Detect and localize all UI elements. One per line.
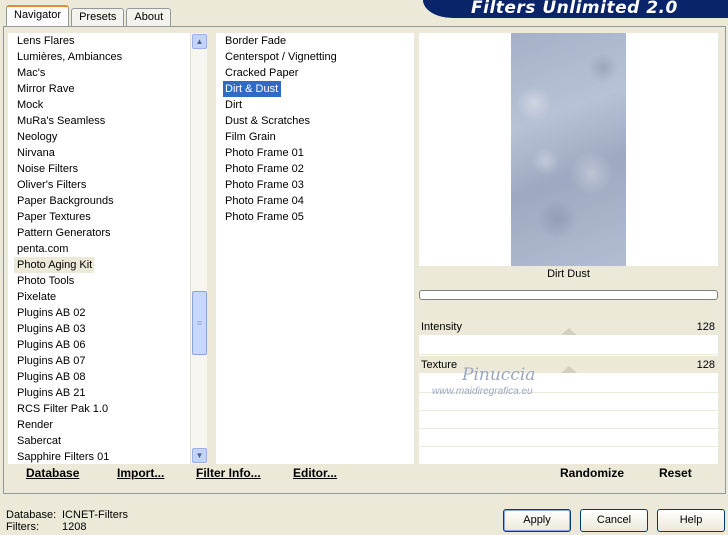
scroll-down-icon[interactable]: ▼ — [192, 448, 207, 463]
filter-item[interactable]: Film Grain — [216, 129, 414, 145]
category-scrollbar[interactable]: ▲ ≡ ▼ — [190, 33, 207, 464]
intensity-slider-handle[interactable] — [561, 328, 577, 335]
tab-strip: Navigator Presets About — [6, 5, 173, 26]
category-item[interactable]: Plugins AB 02 — [8, 305, 190, 321]
intensity-value: 128 — [696, 321, 715, 333]
category-item[interactable]: MuRa's Seamless — [8, 113, 190, 129]
apply-button[interactable]: Apply — [503, 509, 571, 532]
filter-item[interactable]: Border Fade — [216, 33, 414, 49]
filter-item[interactable]: Photo Frame 04 — [216, 193, 414, 209]
category-item[interactable]: Noise Filters — [8, 161, 190, 177]
category-item[interactable]: Paper Textures — [8, 209, 190, 225]
import-button[interactable]: Import... — [117, 466, 164, 480]
scroll-thumb[interactable]: ≡ — [192, 291, 207, 355]
filter-item[interactable]: Dirt & Dust — [223, 81, 281, 97]
filter-list[interactable]: Border Fade Centerspot / Vignetting Cracke… — [216, 33, 414, 464]
filter-item[interactable]: Photo Frame 05 — [216, 209, 414, 225]
scroll-up-icon[interactable]: ▲ — [192, 34, 207, 49]
database-value: ICNET-Filters — [62, 509, 128, 521]
category-item[interactable]: penta.com — [8, 241, 190, 257]
watermark-text: Pinuccia — [462, 365, 536, 385]
filters-count-value: 1208 — [62, 521, 87, 533]
category-item[interactable]: Lumières, Ambiances — [8, 49, 190, 65]
intensity-slider[interactable]: Intensity 128 — [419, 318, 718, 336]
category-item[interactable]: RCS Filter Pak 1.0 — [8, 401, 190, 417]
tab-about[interactable]: About — [126, 8, 172, 26]
category-item[interactable]: Nirvana — [8, 145, 190, 161]
help-button[interactable]: Help — [657, 509, 725, 532]
category-item[interactable]: Plugins AB 08 — [8, 369, 190, 385]
category-item[interactable]: Pattern Generators — [8, 225, 190, 241]
watermark-url: www.maidiregrafica.eu — [432, 386, 533, 397]
category-item[interactable]: Photo Tools — [8, 273, 190, 289]
filter-preview-image — [511, 33, 626, 266]
category-item[interactable]: Mock — [8, 97, 190, 113]
filter-item[interactable]: Cracked Paper — [216, 65, 414, 81]
category-item[interactable]: Oliver's Filters — [8, 177, 190, 193]
tab-navigator[interactable]: Navigator — [6, 5, 70, 26]
texture-slider-handle[interactable] — [561, 366, 577, 373]
cancel-button[interactable]: Cancel — [580, 509, 648, 532]
texture-value: 128 — [696, 359, 715, 371]
randomize-button[interactable]: Randomize — [560, 466, 624, 480]
category-item[interactable]: Plugins AB 07 — [8, 353, 190, 369]
filter-item[interactable]: Photo Frame 02 — [216, 161, 414, 177]
category-item[interactable]: Plugins AB 03 — [8, 321, 190, 337]
status-info: Database: ICNET-Filters Filters: 1208 — [6, 509, 128, 533]
category-item[interactable]: Render — [8, 417, 190, 433]
category-item[interactable]: Paper Backgrounds — [8, 193, 190, 209]
filter-item[interactable]: Dust & Scratches — [216, 113, 414, 129]
category-item[interactable]: Neology — [8, 129, 190, 145]
reset-button[interactable]: Reset — [659, 466, 692, 480]
progress-bar — [419, 290, 718, 300]
filter-item[interactable]: Photo Frame 01 — [216, 145, 414, 161]
intensity-label: Intensity — [421, 321, 462, 333]
preview-caption: Dirt Dust — [547, 268, 590, 280]
category-item[interactable]: Mac's — [8, 65, 190, 81]
category-list[interactable]: Lens Flares Lumières, Ambiances Mac's Mirro… — [8, 33, 207, 464]
texture-label: Texture — [421, 359, 458, 371]
filter-item[interactable]: Centerspot / Vignetting — [216, 49, 414, 65]
filter-item[interactable]: Dirt — [216, 97, 414, 113]
editor-button[interactable]: Editor... — [293, 466, 337, 480]
category-item[interactable]: Mirror Rave — [8, 81, 190, 97]
category-item[interactable]: Lens Flares — [8, 33, 190, 49]
category-item[interactable]: Pixelate — [8, 289, 190, 305]
category-item[interactable]: Photo Aging Kit — [14, 257, 94, 273]
preview-area — [419, 33, 718, 266]
app-banner: Filters Unlimited 2.0 — [423, 0, 728, 18]
category-item[interactable]: Sapphire Filters 01 — [8, 449, 190, 464]
database-label: Database: — [6, 509, 57, 521]
filter-item[interactable]: Photo Frame 03 — [216, 177, 414, 193]
category-item[interactable]: Plugins AB 21 — [8, 385, 190, 401]
filter-info-button[interactable]: Filter Info... — [196, 466, 261, 480]
category-item[interactable]: Plugins AB 06 — [8, 337, 190, 353]
category-item[interactable]: Sabercat — [8, 433, 190, 449]
filters-count-label: Filters: — [6, 521, 39, 533]
database-button[interactable]: Database — [26, 466, 79, 480]
tab-presets[interactable]: Presets — [71, 8, 125, 26]
